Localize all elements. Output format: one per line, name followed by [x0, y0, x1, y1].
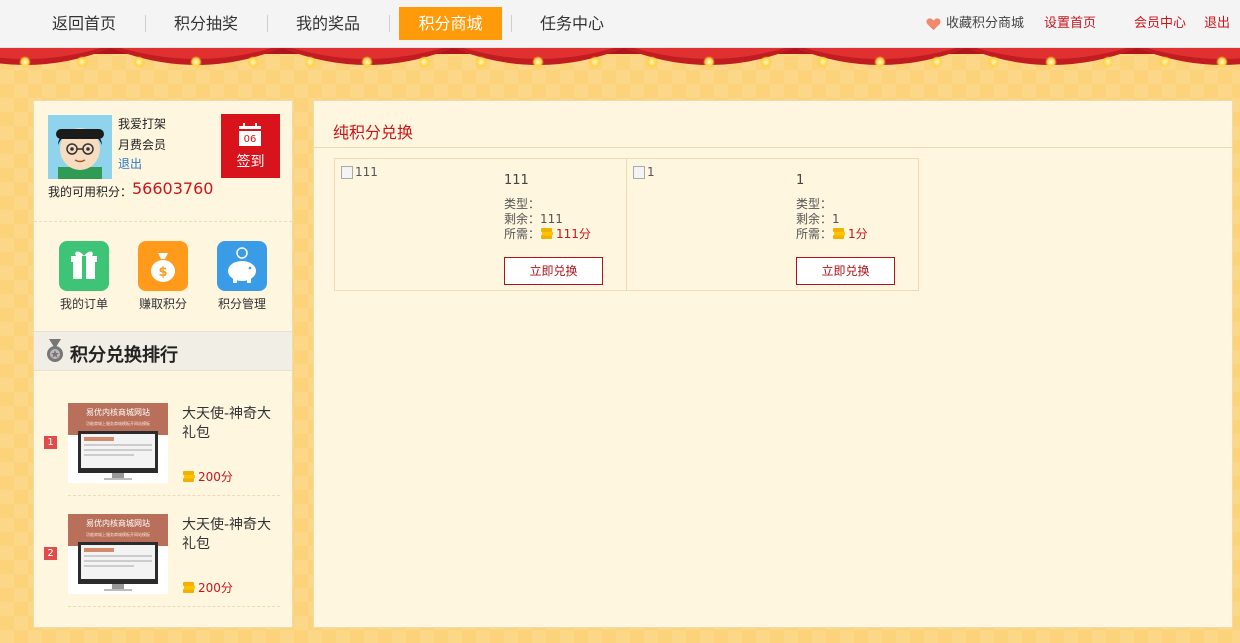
light-bulb	[646, 56, 658, 68]
ranking-item-name[interactable]: 大天使-神奇大礼包	[182, 405, 282, 443]
product-cost: 所需： 111分	[504, 227, 591, 241]
exchange-button[interactable]: 立即兑换	[504, 257, 603, 285]
product-card: 111 111 类型： 剩余：111 所需： 111分 立即兑换	[334, 158, 627, 291]
heart-icon	[926, 18, 941, 31]
light-bulb	[133, 56, 145, 68]
nav-home[interactable]: 返回首页	[36, 7, 132, 40]
ranking-item-name[interactable]: 大天使-神奇大礼包	[182, 516, 282, 554]
calendar-day: 06	[244, 134, 257, 145]
piggy-bank-icon[interactable]	[217, 241, 267, 291]
divider	[34, 221, 292, 222]
ranking-thumbnail[interactable]: 易优内核商城网站 功能商城上服务商城模板开网站模板	[68, 403, 168, 483]
nav-divider	[267, 15, 268, 32]
product-card: 1 1 类型： 剩余：1 所需： 1分 立即兑换	[626, 158, 919, 291]
coin-icon	[183, 582, 195, 593]
product-name: 1	[796, 173, 805, 188]
gift-icon[interactable]	[59, 241, 109, 291]
earn-points-link[interactable]: 赚取积分	[123, 295, 203, 312]
coin-icon	[541, 228, 554, 239]
light-bulb	[247, 56, 259, 68]
nav-divider	[145, 15, 146, 32]
signin-label: 签到	[236, 154, 265, 170]
light-bulb	[1102, 56, 1114, 68]
rank-number: 1	[44, 436, 57, 449]
light-bulb	[988, 56, 1000, 68]
light-bulb	[532, 56, 544, 68]
medal-icon	[47, 339, 63, 362]
light-bulb	[361, 56, 373, 68]
light-bulb	[817, 56, 829, 68]
product-name: 111	[504, 173, 529, 188]
svg-text:易优内核商城网站: 易优内核商城网站	[86, 407, 150, 417]
my-orders-link[interactable]: 我的订单	[44, 295, 124, 312]
broken-image-icon	[633, 166, 645, 179]
available-points-value: 56603760	[132, 179, 214, 198]
nav-lottery[interactable]: 积分抽奖	[158, 7, 254, 40]
light-bulb	[475, 56, 487, 68]
signin-button[interactable]: 06 签到	[221, 114, 280, 178]
svg-text:易优内核商城网站: 易优内核商城网站	[86, 518, 150, 528]
member-level: 月费会员	[118, 138, 167, 152]
ranking-thumbnail[interactable]: 易优内核商城网站 功能商城上服务商城模板开网站模板	[68, 514, 168, 594]
nav-divider	[511, 15, 512, 32]
ranking-header: 积分兑换排行	[34, 331, 292, 371]
light-bulb	[874, 56, 886, 68]
ranking-item-price: 200分	[182, 579, 233, 596]
user-logout-link[interactable]: 退出	[118, 155, 142, 172]
light-bulb	[760, 56, 772, 68]
product-cost: 所需： 1分	[796, 227, 868, 241]
divider	[68, 606, 280, 607]
set-home-link[interactable]: 设置首页	[1044, 15, 1096, 33]
light-bulb	[418, 56, 430, 68]
coin-icon	[833, 228, 846, 239]
product-image[interactable]: 111	[341, 165, 378, 179]
light-bulb	[304, 56, 316, 68]
product-image[interactable]: 1	[633, 165, 655, 179]
light-bulb	[76, 56, 88, 68]
logout-link[interactable]: 退出	[1204, 15, 1230, 33]
nav-divider	[389, 15, 390, 32]
coin-icon	[183, 471, 195, 482]
light-bulb	[190, 56, 202, 68]
ranking-item: 1 易优内核商城网站 功能商城上服务商城模板开网站模板 大天使-神奇大礼包 20…	[34, 385, 292, 496]
top-nav: 返回首页 积分抽奖 我的奖品 积分商城 任务中心 收藏积分商城 设置首页 会员中…	[0, 0, 1240, 48]
calendar-icon: 06	[239, 123, 261, 146]
exchange-panel: 纯积分兑换 111 111 类型： 剩余：111 所需： 111分 立即兑换 1 …	[313, 100, 1233, 628]
light-bulb	[1216, 56, 1228, 68]
points-management-link[interactable]: 积分管理	[202, 295, 282, 312]
favorite-link[interactable]: 收藏积分商城	[946, 15, 1024, 33]
svg-text:$: $	[158, 265, 167, 280]
nav-points-mall[interactable]: 积分商城	[399, 7, 502, 40]
light-bulb	[703, 56, 715, 68]
nav-my-prizes[interactable]: 我的奖品	[280, 7, 376, 40]
ranking-item: 2 易优内核商城网站 功能商城上服务商城模板开网站模板 大天使-神奇大礼包 20…	[34, 496, 292, 607]
avatar	[48, 115, 112, 179]
money-bag-icon[interactable]: $	[138, 241, 188, 291]
user-name: 我爱打架	[118, 117, 167, 131]
light-bulb	[1045, 56, 1057, 68]
ranking-title: 积分兑换排行	[70, 345, 178, 366]
light-bulb	[589, 56, 601, 68]
light-bulb	[19, 56, 31, 68]
divider	[314, 147, 1232, 148]
available-points-label: 我的可用积分：	[48, 185, 133, 199]
section-title: 纯积分兑换	[333, 123, 414, 142]
user-sidebar: 我爱打架 月费会员 退出 我的可用积分： 56603760 06 签到 我的订单…	[33, 100, 293, 628]
light-bulb	[931, 56, 943, 68]
light-bulb	[1159, 56, 1171, 68]
exchange-button[interactable]: 立即兑换	[796, 257, 895, 285]
svg-text:功能商城上服务商城模板开网站模板: 功能商城上服务商城模板开网站模板	[86, 531, 150, 537]
nav-task-center[interactable]: 任务中心	[524, 7, 620, 40]
member-center-link[interactable]: 会员中心	[1134, 15, 1186, 33]
broken-image-icon	[341, 166, 353, 179]
festive-curtain-banner	[0, 48, 1240, 68]
rank-number: 2	[44, 547, 57, 560]
ranking-item-price: 200分	[182, 468, 233, 485]
svg-text:功能商城上服务商城模板开网站模板: 功能商城上服务商城模板开网站模板	[86, 420, 150, 426]
